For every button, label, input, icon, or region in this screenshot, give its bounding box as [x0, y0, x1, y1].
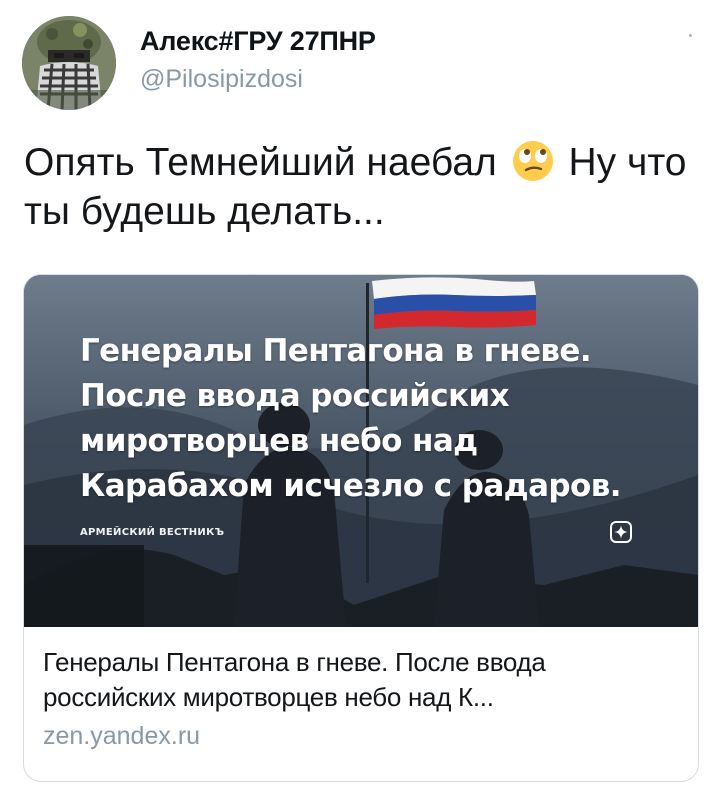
headline-line: миротворцев небо над — [80, 423, 478, 459]
avatar-soldier-image — [22, 16, 116, 110]
headline-line: Генералы Пентагона в гневе. — [80, 333, 592, 369]
card-title[interactable]: Генералы Пентагона в гневе. После ввода … — [43, 645, 683, 715]
card-image[interactable]: Генералы Пентагона в гневе. После ввода … — [24, 275, 698, 627]
tweet-text: Опять Темнейший наебал Ну что ты будешь … — [24, 138, 696, 236]
headline-line: После ввода российских — [80, 378, 510, 414]
avatar[interactable] — [22, 16, 116, 110]
card-image-headline: Генералы Пентагона в гневе. После ввода … — [80, 329, 660, 509]
link-card[interactable]: Генералы Пентагона в гневе. После ввода … — [23, 274, 699, 782]
source-label: АРМЕЙСКИЙ ВЕСТНИКЪ — [80, 527, 225, 538]
tweet-header: Алекс#ГРУ 27ПНР @Pilosipizdosi — [22, 16, 698, 112]
display-name[interactable]: Алекс#ГРУ 27ПНР — [140, 24, 376, 58]
tweet[interactable]: Алекс#ГРУ 27ПНР @Pilosipizdosi Опять Тем… — [0, 0, 720, 800]
author-names: Алекс#ГРУ 27ПНР @Pilosipizdosi — [140, 24, 376, 96]
zen-logo-icon — [610, 521, 632, 543]
tweet-text-part-1: Опять Темнейший наебал — [24, 141, 497, 184]
user-handle[interactable]: @Pilosipizdosi — [140, 62, 376, 96]
face-with-rolling-eyes-emoji — [511, 139, 555, 183]
headline-line: Карабахом исчезло с радаров. — [80, 468, 621, 504]
card-body[interactable]: Генералы Пентагона в гневе. После ввода … — [43, 645, 683, 753]
more-options-icon[interactable] — [689, 34, 692, 37]
card-domain[interactable]: zen.yandex.ru — [43, 719, 683, 753]
